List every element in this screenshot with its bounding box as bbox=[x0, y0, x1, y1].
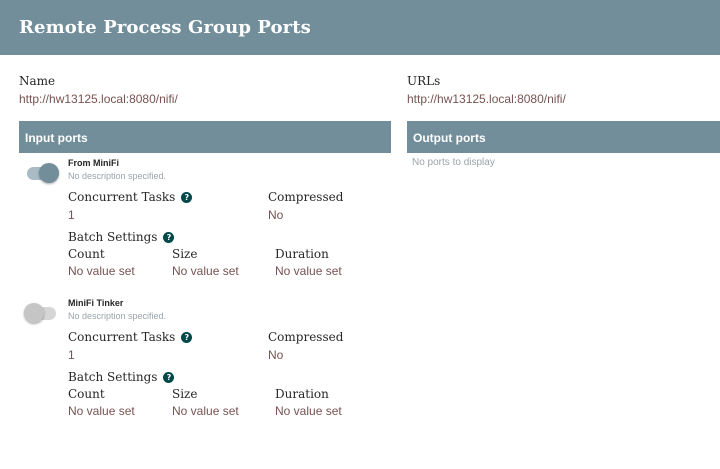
compressed-value: No bbox=[268, 208, 284, 222]
batch-size-value: No value set bbox=[172, 404, 239, 418]
batch-count-value: No value set bbox=[68, 404, 135, 418]
port-description: No description specified. bbox=[68, 311, 167, 321]
batch-count-label: Count bbox=[68, 387, 105, 401]
question-circle-icon[interactable]: ? bbox=[163, 232, 175, 243]
port-description: No description specified. bbox=[68, 171, 167, 181]
concurrent-tasks-label-text: Concurrent Tasks bbox=[68, 190, 176, 204]
batch-duration-value: No value set bbox=[275, 264, 342, 278]
output-ports-header: Output ports bbox=[407, 121, 720, 153]
compressed-label: Compressed bbox=[268, 330, 344, 344]
dialog-title: Remote Process Group Ports bbox=[19, 17, 311, 38]
port-name: From MiniFi bbox=[68, 158, 119, 168]
concurrent-tasks-value: 1 bbox=[68, 348, 75, 362]
port-transmission-toggle[interactable] bbox=[25, 163, 61, 185]
compressed-label: Compressed bbox=[268, 190, 344, 204]
batch-duration-value: No value set bbox=[275, 404, 342, 418]
batch-size-label: Size bbox=[172, 387, 198, 401]
question-circle-icon[interactable]: ? bbox=[163, 372, 175, 383]
batch-settings-label: Batch Settings? bbox=[68, 230, 175, 244]
batch-settings-label-text: Batch Settings bbox=[68, 370, 158, 384]
concurrent-tasks-label: Concurrent Tasks? bbox=[68, 190, 193, 204]
concurrent-tasks-value: 1 bbox=[68, 208, 75, 222]
compressed-value: No bbox=[268, 348, 284, 362]
batch-count-value: No value set bbox=[68, 264, 135, 278]
question-circle-icon[interactable]: ? bbox=[181, 332, 193, 343]
port-transmission-toggle[interactable] bbox=[24, 303, 60, 325]
port-name: MiniFi Tinker bbox=[68, 298, 124, 308]
output-ports-empty-message: No ports to display bbox=[412, 157, 495, 168]
batch-settings-label-text: Batch Settings bbox=[68, 230, 158, 244]
batch-duration-label: Duration bbox=[275, 247, 329, 261]
input-ports-header: Input ports bbox=[19, 121, 391, 153]
batch-count-label: Count bbox=[68, 247, 105, 261]
batch-size-label: Size bbox=[172, 247, 198, 261]
toggle-knob bbox=[24, 303, 44, 323]
dialog-header: Remote Process Group Ports bbox=[0, 0, 720, 55]
batch-duration-label: Duration bbox=[275, 387, 329, 401]
urls-value: http://hw13125.local:8080/nifi/ bbox=[407, 92, 566, 106]
concurrent-tasks-label: Concurrent Tasks? bbox=[68, 330, 193, 344]
batch-size-value: No value set bbox=[172, 264, 239, 278]
urls-label: URLs bbox=[407, 74, 441, 88]
question-circle-icon[interactable]: ? bbox=[181, 192, 193, 203]
batch-settings-label: Batch Settings? bbox=[68, 370, 175, 384]
toggle-knob bbox=[39, 163, 59, 183]
name-value: http://hw13125.local:8080/nifi/ bbox=[19, 92, 178, 106]
name-label: Name bbox=[19, 74, 56, 88]
concurrent-tasks-label-text: Concurrent Tasks bbox=[68, 330, 176, 344]
